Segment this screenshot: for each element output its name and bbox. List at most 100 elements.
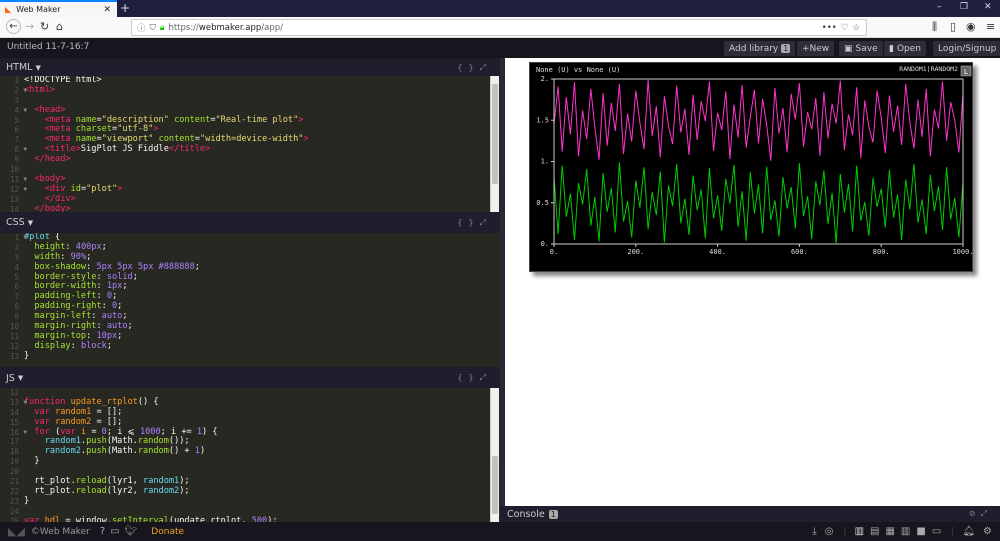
fold-arrow-icon[interactable]: ▼	[23, 398, 27, 408]
line-number: 4	[14, 262, 19, 272]
code-token: ; i ⩽	[106, 426, 140, 437]
layout-1-icon[interactable]: ▥	[855, 526, 864, 537]
fold-arrow-icon[interactable]: ▼	[23, 86, 27, 96]
layout-3-icon[interactable]: ▦	[885, 526, 894, 537]
sigplot-chart[interactable]: None (U) vs None (U) RANDOM1|RANDOM2 L 0…	[529, 62, 974, 272]
code-line[interactable]: 9 </head>	[0, 154, 500, 165]
expand-console-icon[interactable]: ⤢	[981, 509, 992, 518]
reload-icon[interactable]: ↻	[40, 20, 49, 33]
url-bar[interactable]: ⓘ ⛉ 🔒︎ https://webmaker.app/app/ ••• ♡ ☆	[131, 19, 867, 36]
fold-arrow-icon[interactable]: ▼	[23, 106, 27, 116]
minimize-icon[interactable]: –	[937, 2, 942, 12]
line-number: 2 ▼	[14, 85, 27, 95]
bookmark-star-icon[interactable]: ☆	[852, 23, 860, 33]
keyboard-icon[interactable]: ▭	[110, 526, 119, 537]
code-line[interactable]: 12 display: block;	[0, 341, 500, 352]
code-line[interactable]: 14 </body>	[0, 204, 500, 212]
codepen-icon[interactable]: ◎	[825, 526, 834, 537]
twitter-icon[interactable]: 🐦︎	[125, 526, 138, 537]
line-number: 9	[14, 155, 19, 165]
code-token: reload	[75, 485, 107, 496]
js-scrollbar[interactable]	[490, 388, 499, 522]
forward-icon[interactable]: →	[25, 20, 34, 33]
settings-gear-icon[interactable]: ⚙	[983, 526, 992, 537]
library-icon[interactable]: ⫼	[932, 20, 937, 34]
close-window-icon[interactable]: ✕	[984, 2, 992, 12]
fold-arrow-icon[interactable]: ▼	[23, 145, 27, 155]
code-line[interactable]: 23}	[0, 496, 500, 507]
detached-preview-icon[interactable]: ▭	[932, 526, 941, 537]
html-panel-header[interactable]: HTML ▼ {}⤢	[0, 59, 500, 76]
code-line[interactable]: 13}	[0, 351, 500, 362]
code-line[interactable]: 10	[0, 165, 500, 175]
document-title[interactable]: Untitled 11-7-16:7	[7, 42, 89, 52]
login-signup-button[interactable]: Login/Signup	[933, 41, 1000, 56]
layout-full-icon[interactable]: ■	[916, 526, 925, 537]
clear-console-icon[interactable]: ⊘	[969, 509, 981, 518]
code-token: }	[24, 456, 40, 467]
line-number: 8	[14, 302, 19, 312]
line-number: 1 ▼	[14, 233, 27, 242]
donate-link[interactable]: Donate	[151, 527, 184, 537]
code-line[interactable]: 2 ▼ <html>	[0, 85, 500, 96]
expand-icon[interactable]: ⤢	[480, 218, 492, 227]
code-line[interactable]: 8 ▼ <title>SigPlot JS Fiddle</title>	[0, 144, 500, 155]
code-line[interactable]: 19 }	[0, 456, 500, 467]
sidebar-icon[interactable]: ▯	[950, 20, 956, 33]
code-token: random1	[44, 436, 81, 447]
chevron-down-icon[interactable]: ▼	[18, 374, 23, 382]
add-library-button[interactable]: Add library 1	[724, 41, 796, 56]
help-icon[interactable]: ?	[100, 526, 105, 537]
code-token: (lyr2,	[106, 485, 144, 496]
html-editor[interactable]: 1 <!DOCTYPE html> 2 ▼ <html> 3 4 ▼ <head> 5 <met…	[0, 76, 500, 212]
menu-icon[interactable]: ≡	[986, 20, 995, 33]
fold-arrow-icon[interactable]: ▼	[23, 428, 27, 438]
js-panel-header[interactable]: JS ▼ {}⤢	[0, 368, 500, 388]
js-editor[interactable]: 12 13 ▼ function update_rtplot() {14 var ra…	[0, 388, 500, 522]
notifications-icon[interactable]: 🔔︎	[962, 526, 975, 537]
format-code-icon[interactable]: {}	[457, 63, 479, 72]
browser-tab[interactable]: ◣ Web Maker ✕	[0, 0, 117, 17]
footer-brand[interactable]: ©Web Maker	[31, 527, 90, 537]
home-icon[interactable]: ⌂	[56, 20, 63, 33]
download-icon[interactable]: ⤓	[812, 526, 816, 537]
code-line[interactable]: 13 </div>	[0, 194, 500, 205]
fold-arrow-icon[interactable]: ▼	[23, 233, 27, 243]
shield-icon[interactable]: ⛉	[150, 23, 156, 33]
more-actions-icon[interactable]: •••	[822, 23, 837, 33]
new-tab-icon[interactable]: +	[120, 0, 130, 16]
code-token: <meta	[44, 114, 76, 125]
account-icon[interactable]: ◉	[966, 20, 976, 33]
format-code-icon[interactable]: {}	[457, 218, 479, 227]
css-editor[interactable]: 1 ▼ #plot {2 height: 400px; 3 width: 90%; 4 …	[0, 233, 500, 367]
save-button[interactable]: ▣ Save	[839, 41, 883, 56]
open-label: Open	[896, 43, 921, 54]
fold-arrow-icon[interactable]: ▼	[23, 175, 27, 185]
expand-icon[interactable]: ⤢	[480, 373, 492, 382]
code-line[interactable]: 1 <!DOCTYPE html>	[0, 76, 500, 86]
pocket-icon[interactable]: ♡	[841, 23, 849, 33]
html-scrollbar[interactable]	[490, 76, 499, 212]
info-icon[interactable]: ⓘ	[137, 22, 146, 34]
restore-icon[interactable]: ❐	[960, 2, 968, 12]
code-line[interactable]: 22 rt_plot.reload(lyr2, random2);	[0, 485, 500, 497]
legend-toggle-label[interactable]: L	[964, 68, 968, 76]
code-token: );	[179, 476, 190, 487]
chevron-down-icon[interactable]: ▼	[35, 64, 40, 72]
layout-4-icon[interactable]: ▥	[901, 526, 910, 537]
new-button[interactable]: +New	[797, 41, 835, 56]
console-bar[interactable]: Console 1 ⊘⤢	[500, 506, 1000, 522]
open-button[interactable]: ▮ Open	[884, 41, 926, 56]
code-token: var	[60, 426, 81, 437]
code-line[interactable]: 3	[0, 96, 500, 106]
expand-icon[interactable]: ⤢	[480, 63, 492, 72]
close-tab-icon[interactable]: ✕	[103, 5, 111, 15]
css-panel-header[interactable]: CSS ▼ {}⤢	[0, 213, 500, 232]
format-code-icon[interactable]: {}	[457, 373, 479, 382]
code-line[interactable]: 18 random2.push(Math.random() + 1)	[0, 446, 500, 457]
chevron-down-icon[interactable]: ▼	[28, 219, 33, 227]
back-icon[interactable]: ←	[6, 19, 21, 34]
fold-arrow-icon[interactable]: ▼	[23, 185, 27, 195]
layout-2-icon[interactable]: ▤	[870, 526, 879, 537]
